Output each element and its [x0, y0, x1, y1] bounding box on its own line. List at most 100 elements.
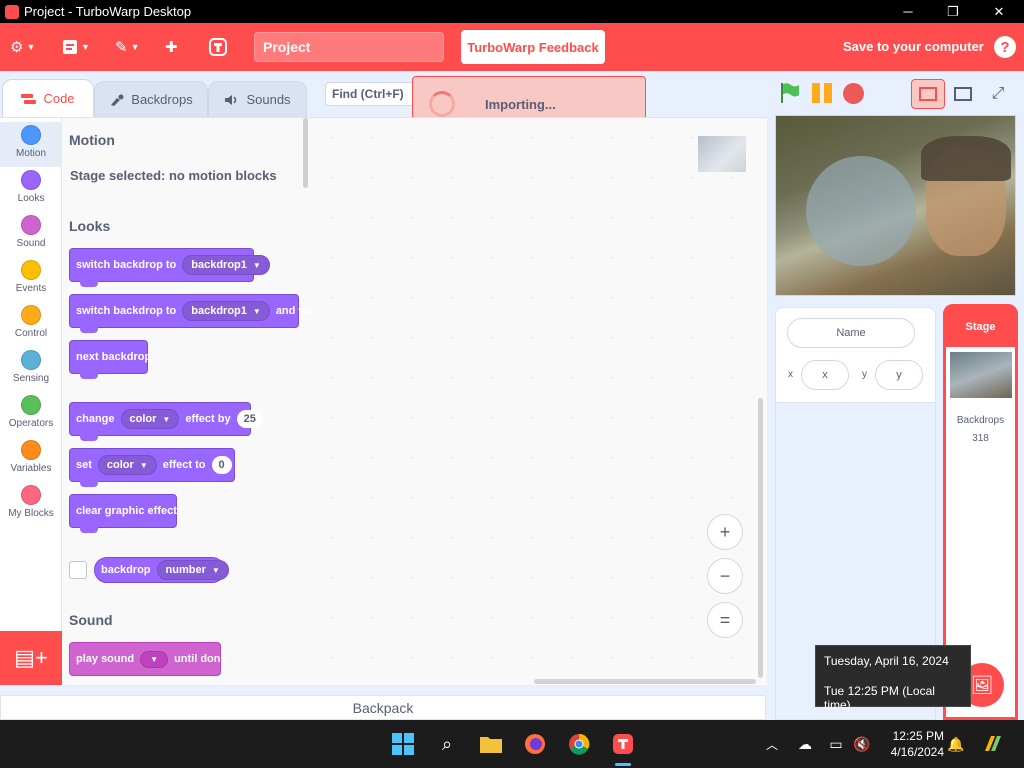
green-flag-icon[interactable] — [778, 81, 802, 105]
motion-note: Stage selected: no motion blocks — [70, 168, 277, 183]
clear-graphic-effects-block[interactable]: clear graphic effects — [69, 494, 183, 533]
category-events[interactable]: Events — [0, 257, 62, 302]
category-looks[interactable]: Looks — [0, 167, 62, 212]
cloud-off-icon: ☁ — [798, 735, 812, 752]
zoom-out-button[interactable]: − — [707, 558, 743, 594]
volume-button[interactable]: 🔇 — [850, 732, 874, 756]
notifications-button[interactable]: 🔔 — [944, 732, 968, 756]
category-my-blocks[interactable]: My Blocks — [0, 482, 62, 527]
maximize-button[interactable]: ❐ — [930, 0, 976, 23]
minimize-button[interactable]: ─ — [885, 0, 931, 23]
window-title: Project - TurboWarp Desktop — [24, 4, 192, 19]
x-input[interactable]: x — [801, 360, 849, 390]
looks-dot-icon — [21, 170, 41, 190]
chevron-down-icon: ▼ — [252, 260, 261, 270]
palette-scrollbar[interactable] — [303, 118, 308, 188]
category-variables[interactable]: Variables — [0, 437, 62, 482]
block-notch — [80, 327, 98, 333]
y-input[interactable]: y — [875, 360, 923, 390]
change-amount-input[interactable]: 25 — [236, 410, 263, 428]
fullscreen-button[interactable]: ⤢ — [981, 79, 1015, 109]
block-notch — [80, 435, 98, 441]
category-sound[interactable]: Sound — [0, 212, 62, 257]
block-text: backdrop — [101, 564, 151, 576]
category-label: Motion — [15, 148, 46, 159]
small-stage-button[interactable] — [911, 79, 945, 109]
category-control[interactable]: Control — [0, 302, 62, 347]
next-backdrop-block[interactable]: next backdrop — [69, 340, 151, 379]
tab-code[interactable]: Code — [2, 79, 94, 117]
code-icon — [21, 93, 37, 105]
show-hidden-icons-button[interactable]: ︿ — [760, 732, 784, 756]
category-operators[interactable]: Operators — [0, 392, 62, 437]
backdrop-reporter-block[interactable]: backdrop number ▼ — [94, 557, 229, 583]
close-button[interactable]: ✕ — [976, 0, 1022, 23]
backdrop-dropdown[interactable]: backdrop1 ▼ — [182, 255, 270, 275]
backdrop-dropdown[interactable]: backdrop1 ▼ — [182, 301, 270, 321]
save-to-computer-button[interactable]: Save to your computer — [843, 39, 984, 54]
firefox-icon — [525, 734, 545, 754]
tab-backdrops[interactable]: Backdrops — [94, 81, 208, 117]
script-workspace[interactable]: + − = — [312, 117, 767, 685]
zoom-reset-icon: = — [719, 609, 731, 630]
change-effect-block[interactable]: change color ▼ effect by 25 — [69, 402, 263, 441]
dropdown-value: color — [129, 413, 157, 425]
onedrive-button[interactable]: ☁ — [793, 732, 817, 756]
network-button[interactable]: ▭ — [824, 732, 848, 756]
edit-menu[interactable]: ✎ ▼ — [115, 35, 140, 59]
title-bar: Project - TurboWarp Desktop ─ ❐ ✕ — [0, 0, 1024, 23]
sprite-name-input[interactable]: Name — [787, 318, 915, 348]
help-button[interactable]: ? — [994, 36, 1016, 58]
large-stage-button[interactable] — [946, 79, 980, 109]
taskbar-clock[interactable]: 12:25 PM 4/16/2024 — [884, 728, 944, 760]
category-label: Sensing — [12, 373, 50, 384]
category-label: Variables — [10, 463, 52, 474]
category-motion[interactable]: Motion — [0, 122, 62, 167]
dropdown-value: number — [165, 564, 206, 576]
start-button[interactable] — [391, 732, 415, 756]
chevron-down-icon: ▼ — [252, 306, 261, 316]
set-effect-block[interactable]: set color ▼ effect to 0 — [69, 448, 235, 487]
menu-bar: ⚙ ▼ ▼ ✎ ▼ ✚ Project TurboWarp Feedback Sav… — [0, 23, 1024, 71]
zoom-reset-button[interactable]: = — [707, 602, 743, 638]
firefox-button[interactable] — [523, 732, 547, 756]
backpack-header[interactable]: Backpack — [0, 695, 766, 720]
chrome-button[interactable] — [567, 732, 591, 756]
turbowarp-menu[interactable] — [208, 35, 228, 59]
bell-icon: 🔔 — [947, 735, 965, 752]
tab-label: Code — [43, 91, 75, 106]
file-menu[interactable]: ▼ — [62, 35, 90, 59]
backdrop-monitor-checkbox[interactable] — [69, 561, 87, 579]
chevron-up-icon: ︿ — [765, 737, 778, 752]
block-text: play sound — [76, 653, 135, 665]
copilot-button[interactable] — [980, 732, 1004, 756]
backdrop-number-dropdown[interactable]: number ▼ — [156, 560, 229, 580]
stop-button[interactable] — [843, 83, 864, 104]
switch-backdrop-wait-block[interactable]: switch backdrop to backdrop1 ▼ and wait — [69, 294, 312, 333]
search-button[interactable]: ⌕ — [435, 732, 459, 756]
stage-canvas[interactable] — [775, 115, 1016, 296]
file-explorer-button[interactable] — [479, 732, 503, 756]
play-sound-until-done-block[interactable]: play sound ▼ until done — [69, 642, 227, 676]
zoom-in-button[interactable]: + — [707, 514, 743, 550]
workspace-vertical-scrollbar[interactable] — [758, 398, 763, 678]
sound-dropdown[interactable]: ▼ — [140, 650, 169, 668]
add-extension-button[interactable]: ▤+ — [0, 631, 62, 685]
addons-button[interactable]: ✚ — [165, 35, 178, 59]
find-input[interactable]: Find (Ctrl+F) — [325, 82, 415, 106]
workspace-horizontal-scrollbar[interactable] — [534, 679, 756, 684]
set-amount-input[interactable]: 0 — [211, 456, 232, 474]
turbowarp-taskbar-button[interactable] — [611, 732, 635, 756]
category-sensing[interactable]: Sensing — [0, 347, 62, 392]
project-title-input[interactable]: Project — [254, 32, 444, 62]
active-app-indicator — [615, 763, 631, 766]
effect-dropdown[interactable]: color ▼ — [120, 409, 180, 429]
file-icon — [63, 40, 77, 54]
effect-dropdown[interactable]: color ▼ — [97, 455, 157, 475]
feedback-button[interactable]: TurboWarp Feedback — [461, 30, 605, 64]
puzzle-icon: ✚ — [165, 39, 178, 56]
switch-backdrop-block[interactable]: switch backdrop to backdrop1 ▼ — [69, 248, 270, 287]
pause-button[interactable] — [812, 83, 832, 103]
settings-menu[interactable]: ⚙ ▼ — [10, 35, 35, 59]
tab-sounds[interactable]: Sounds — [208, 81, 307, 117]
